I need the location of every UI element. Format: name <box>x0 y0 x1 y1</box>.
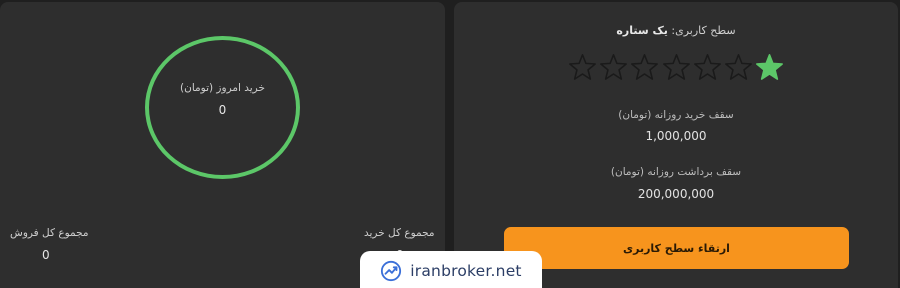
user-dashboard: خرید امروز (تومان) 0 مجموع کل فروش 0 مجم… <box>0 0 900 288</box>
star-rating <box>568 49 784 85</box>
today-purchase-value: 0 <box>218 103 227 117</box>
total-sell-label: مجموع کل فروش <box>10 227 89 239</box>
today-purchase-label: خرید امروز (تومان) <box>180 82 265 94</box>
upgrade-level-button[interactable]: ارتقاء سطح کاربری <box>504 227 849 269</box>
star-empty-icon <box>724 53 752 80</box>
total-buy-label: مجموع کل خرید <box>364 227 435 239</box>
account-level-line: سطح کاربری: یک ستاره <box>454 24 898 37</box>
daily-buy-limit-value: 1,000,000 <box>645 129 707 143</box>
star-empty-icon <box>600 53 628 80</box>
purchase-summary-card: خرید امروز (تومان) 0 مجموع کل فروش 0 مجم… <box>0 2 445 288</box>
star-empty-icon <box>631 53 659 80</box>
star-empty-icon <box>693 53 721 80</box>
daily-buy-limit-label: سقف خرید روزانه (تومان) <box>618 109 734 121</box>
trend-chart-icon <box>381 260 402 282</box>
total-sell-value: 0 <box>42 248 50 262</box>
watermark: iranbroker.net <box>360 251 542 288</box>
daily-withdraw-limit-value: 200,000,000 <box>637 187 715 201</box>
account-level-label: سطح کاربری: <box>671 24 736 37</box>
star-empty-icon <box>569 53 597 80</box>
account-level-card: سطح کاربری: یک ستاره سقف خرید روزانه (تو… <box>454 2 898 288</box>
star-empty-icon <box>662 53 690 80</box>
watermark-text: iranbroker.net <box>410 262 522 280</box>
daily-withdraw-limit-label: سقف برداشت روزانه (تومان) <box>610 166 742 178</box>
account-level-value: یک ستاره <box>616 24 668 37</box>
star-filled-icon <box>756 53 783 80</box>
